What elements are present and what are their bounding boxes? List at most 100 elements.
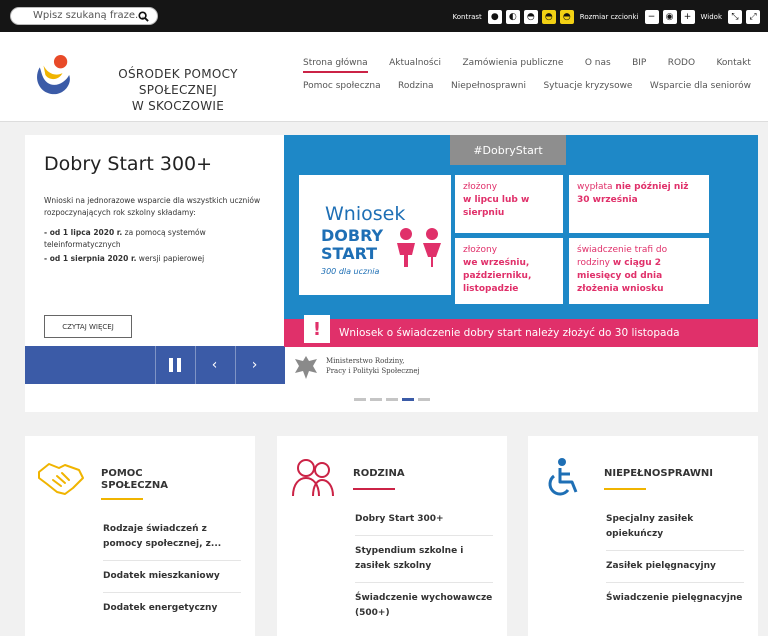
nav-item-contact[interactable]: Kontakt <box>716 58 750 73</box>
children-icon <box>397 228 441 267</box>
hero-item-1: - od 1 lipca 2020 r. za pomocą systemów … <box>44 227 279 251</box>
banner-info-july: złożony w lipcu lub w sierpniu <box>455 175 563 233</box>
section-link[interactable]: Specjalny zasiłek opiekuńczy <box>606 504 744 551</box>
section-link[interactable]: Dodatek mieszkaniowy <box>103 561 241 593</box>
contrast-default-button[interactable]: ● <box>487 10 502 24</box>
chevron-left-icon: ‹ <box>211 357 218 373</box>
hero-item-2-date: - od 1 sierpnia 2020 r. <box>44 254 137 263</box>
c1-bold: w lipcu lub w sierpniu <box>463 195 530 218</box>
nav-item-rodo[interactable]: RODO <box>668 58 695 73</box>
slide-dot-active[interactable] <box>402 398 414 401</box>
prev-slide-button[interactable]: ‹ <box>195 346 233 384</box>
section-title: RODZINA <box>353 468 405 479</box>
contrast-bw-button[interactable]: ◐ <box>505 10 520 24</box>
nav-item-home[interactable]: Strona główna <box>303 58 368 73</box>
hero-slider: Dobry Start 300+ Wnioski na jednorazowe … <box>25 135 758 412</box>
section-link[interactable]: Stypendium szkolne i zasiłek szkolny <box>355 536 493 583</box>
nav-item-seniors[interactable]: Wsparcie dla seniorów <box>650 81 751 91</box>
nav-row-2: Pomoc społeczna Rodzina Niepełnosprawni … <box>303 81 751 91</box>
nav-item-tenders[interactable]: Zamówienia publiczne <box>462 58 563 73</box>
banner-info-payout: wypłata nie później niż 30 września <box>569 175 709 233</box>
banner-dobry-start: DOBRY START <box>321 227 383 263</box>
main-nav: Strona główna Aktualności Zamówienia pub… <box>303 58 751 91</box>
dobry-start-banner[interactable]: #DobryStart Wniosek DOBRY START 300 dla … <box>284 135 758 347</box>
slider-controls: ‹ › <box>25 346 285 384</box>
ministry-logo: Ministerstwo Rodziny, Pracy i Polityki S… <box>293 352 493 382</box>
section-link[interactable]: Dodatek energetyczny <box>103 593 241 624</box>
nav-item-about[interactable]: O nas <box>585 58 611 73</box>
nav-item-crisis[interactable]: Sytuacje kryzysowe <box>543 81 632 91</box>
slider-dots <box>354 398 430 401</box>
ops-logo[interactable] <box>34 54 72 96</box>
search-icon[interactable] <box>138 11 149 22</box>
hero-title: Dobry Start 300+ <box>44 153 213 175</box>
nav-item-disabled[interactable]: Niepełnosprawni <box>451 81 526 91</box>
accessibility-toolbar: Kontrast ● ◐ ◓ ◓ ◓ Rozmiar czcionki − ◉ … <box>451 8 760 26</box>
font-reset-button[interactable]: ◉ <box>662 10 677 24</box>
section-title: POMOC SPOŁECZNA <box>101 468 168 492</box>
handshake-icon <box>38 463 84 495</box>
section-link[interactable]: Świadczenie wychowawcze (500+) <box>355 583 493 629</box>
slide-dot[interactable] <box>418 398 430 401</box>
view-wide-icon[interactable]: ⤢ <box>746 10 760 24</box>
section-link[interactable]: Rodzaje świadczeń z pomocy społecznej, z… <box>103 514 241 561</box>
read-more-button[interactable]: CZYTAJ WIĘCEJ <box>44 315 132 338</box>
font-size-label: Rozmiar czcionki <box>579 13 639 21</box>
ministry-line2: Pracy i Polityki Społecznej <box>326 367 420 375</box>
hero-text-panel: Dobry Start 300+ Wnioski na jednorazowe … <box>25 135 285 412</box>
nav-item-family[interactable]: Rodzina <box>398 81 434 91</box>
section-family: RODZINA Dobry Start 300+ Stypendium szko… <box>277 436 507 636</box>
banner-info-september: złożony we wrześniu, październiku, listop… <box>455 238 563 304</box>
section-title-line2: SPOŁECZNA <box>101 480 168 491</box>
banner-start: START <box>321 244 378 263</box>
contrast-yellow-black-button[interactable]: ◓ <box>541 10 556 24</box>
nav-row-1: Strona główna Aktualności Zamówienia pub… <box>303 58 751 73</box>
banner-wniosek: Wniosek <box>325 203 406 225</box>
ministry-line1: Ministerstwo Rodziny, <box>326 357 405 365</box>
section-social-help: POMOC SPOŁECZNA Rodzaje świadczeń z pomo… <box>25 436 255 636</box>
section-disabled: NIEPEŁNOSPRAWNI Specjalny zasiłek opieku… <box>528 436 758 636</box>
hero-item-1-date: - od 1 lipca 2020 r. <box>44 228 123 237</box>
hero-body: Wnioski na jednorazowe wsparcie dla wszy… <box>44 195 279 273</box>
font-increase-button[interactable]: + <box>680 10 695 24</box>
section-rule <box>353 488 395 490</box>
wheelchair-icon <box>548 458 578 496</box>
c3-text: złożony <box>463 245 498 255</box>
contrast-inverted-button[interactable]: ◓ <box>523 10 538 24</box>
slide-dot[interactable] <box>386 398 398 401</box>
font-decrease-button[interactable]: − <box>644 10 659 24</box>
next-slide-button[interactable]: › <box>235 346 273 384</box>
banner-deadline-text: Wniosek o świadczenie dobry start należy… <box>339 327 680 339</box>
c2-text: wypłata <box>577 182 613 192</box>
search-input[interactable]: Wpisz szukaną fraze... <box>10 7 158 25</box>
view-narrow-icon[interactable]: ⤡ <box>728 10 742 24</box>
view-label: Widok <box>700 13 723 21</box>
section-links: Rodzaje świadczeń z pomocy społecznej, z… <box>103 514 241 624</box>
chevron-right-icon: › <box>251 357 258 373</box>
section-links: Dobry Start 300+ Stypendium szkolne i za… <box>355 504 493 629</box>
hero-intro: Wnioski na jednorazowe wsparcie dla wszy… <box>44 196 261 217</box>
nav-item-social-help[interactable]: Pomoc społeczna <box>303 81 381 91</box>
section-rule <box>604 488 646 490</box>
nav-item-news[interactable]: Aktualności <box>389 58 441 73</box>
org-name-line1: OŚRODEK POMOCY SPOŁECZNEJ <box>118 67 238 97</box>
contrast-black-yellow-button[interactable]: ◓ <box>559 10 574 24</box>
org-name[interactable]: OŚRODEK POMOCY SPOŁECZNEJ W SKOCZOWIE <box>78 66 278 114</box>
section-link[interactable]: Zasiłek pielęgnacyjny <box>606 551 744 583</box>
section-links: Specjalny zasiłek opiekuńczy Zasiłek pie… <box>606 504 744 614</box>
banner-hashtag: #DobryStart <box>450 135 566 165</box>
slide-dot[interactable] <box>370 398 382 401</box>
warning-icon: ! <box>304 315 330 343</box>
banner-info-transfer: świadczenie trafi do rodziny w ciągu 2 m… <box>569 238 709 304</box>
section-link[interactable]: Dobry Start 300+ <box>355 504 493 536</box>
slide-dot[interactable] <box>354 398 366 401</box>
eagle-emblem-icon <box>295 356 317 379</box>
family-icon <box>292 459 334 497</box>
section-link[interactable]: Świadczenie pielęgnacyjne <box>606 583 744 614</box>
section-title: NIEPEŁNOSPRAWNI <box>604 468 714 479</box>
nav-item-bip[interactable]: BIP <box>632 58 646 73</box>
banner-300: 300 dla ucznia <box>321 267 380 276</box>
hero-item-2: - od 1 sierpnia 2020 r. wersji papierowe… <box>44 253 279 265</box>
pause-icon <box>168 358 181 372</box>
pause-button[interactable] <box>155 346 193 384</box>
